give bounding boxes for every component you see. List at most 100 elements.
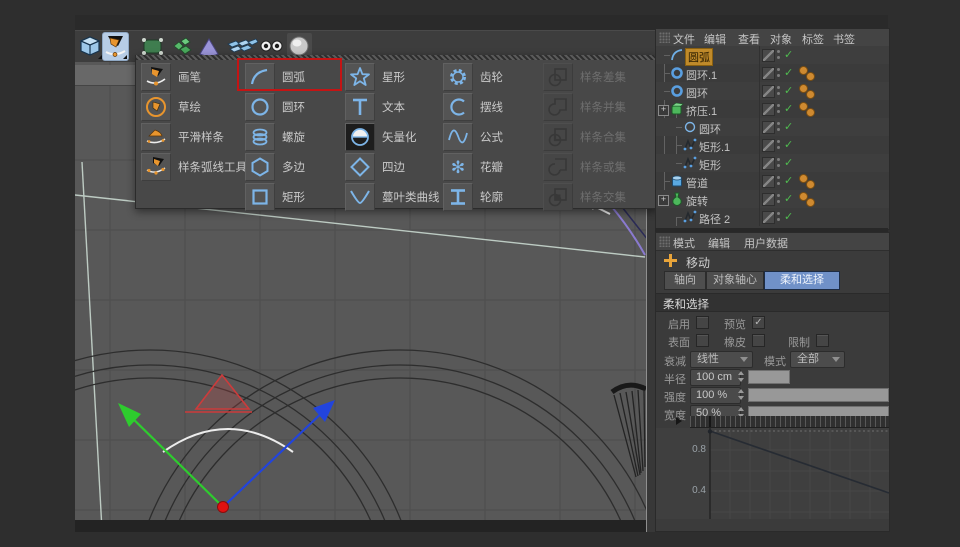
menu-object[interactable]: 对象 (770, 31, 792, 47)
spline-tools-menu: 画笔 草绘 平滑样条 样条弧线工具 圆弧 圆环 螺旋 多边 矩形 星形 文本 矢… (135, 55, 657, 211)
surface-checkbox[interactable] (696, 334, 709, 347)
menu-item-vectorizer[interactable]: 矢量化 (340, 121, 438, 151)
menu-tags[interactable]: 标签 (802, 31, 824, 47)
menu-item-text[interactable]: 文本 (340, 91, 438, 121)
menu-item-cogwheel[interactable]: 齿轮 (438, 61, 538, 91)
expander-icon[interactable]: + (658, 105, 669, 116)
enabled-check-icon[interactable]: ✓ (784, 48, 793, 61)
menu-item-formula[interactable]: 公式 (438, 121, 538, 151)
menu-item-star[interactable]: 星形 (340, 61, 438, 91)
menu-item-helix[interactable]: 螺旋 (240, 121, 340, 151)
falloff-curve-graph[interactable]: 0.8 0.4 (656, 428, 890, 519)
panel-grip-icon[interactable] (659, 236, 670, 247)
strength-label: 强度 (664, 392, 686, 404)
menu-view[interactable]: 查看 (738, 31, 760, 47)
mode-dropdown[interactable]: 全部 (790, 351, 845, 368)
radius-slider[interactable] (748, 370, 790, 384)
menu-item-flower[interactable]: ✻ 花瓣 (438, 151, 538, 181)
rotation-handle[interactable] (185, 373, 252, 413)
panel-grip-icon[interactable] (659, 32, 670, 43)
enabled-check-icon[interactable]: ✓ (784, 192, 793, 205)
visibility-dot[interactable] (806, 108, 815, 117)
menu-grip-texture[interactable] (136, 55, 656, 60)
object-row-lathe[interactable]: + 旋转 ✓ (656, 190, 889, 208)
visibility-dot[interactable] (806, 72, 815, 81)
menu-item-circle[interactable]: 圆环 (240, 91, 340, 121)
enabled-check-icon[interactable]: ✓ (784, 156, 793, 169)
object-row-rect1[interactable]: 矩形.1 ✓ (656, 136, 889, 154)
rubber-checkbox[interactable] (752, 334, 765, 347)
tab-soft-selection[interactable]: 柔和选择 (764, 271, 840, 290)
object-row-extrude[interactable]: + 挤压.1 ✓ (656, 100, 889, 118)
menu-item-rectangle[interactable]: 矩形 (240, 181, 340, 211)
menu-edit[interactable]: 编辑 (704, 31, 726, 47)
layer-swatch[interactable] (762, 157, 775, 170)
visibility-dot[interactable] (806, 90, 815, 99)
object-row-child-circle[interactable]: 圆环 ✓ (656, 118, 889, 136)
layer-swatch[interactable] (762, 49, 775, 62)
panel-splitter[interactable] (655, 228, 888, 232)
spline-and-icon (543, 123, 573, 151)
object-row-arc[interactable]: 圆弧 ✓ (656, 46, 889, 66)
axis-gizmo[interactable] (118, 400, 335, 513)
menu-mode[interactable]: 模式 (673, 235, 695, 251)
object-row-circle[interactable]: 圆环 ✓ (656, 82, 889, 100)
enabled-check-icon[interactable]: ✓ (784, 84, 793, 97)
object-row-circle1[interactable]: 圆环.1 ✓ (656, 64, 889, 82)
viewport-bottom-bar (75, 520, 646, 532)
menu-item-spline-arc-tool[interactable]: 样条弧线工具 (136, 151, 247, 181)
enabled-check-icon[interactable]: ✓ (784, 120, 793, 133)
menu-item-n-side[interactable]: 多边 (240, 151, 340, 181)
radius-field[interactable]: 100 cm (690, 369, 741, 386)
falloff-dropdown[interactable]: 线性 (690, 351, 753, 368)
menu-file[interactable]: 文件 (673, 31, 695, 47)
layer-swatch[interactable] (762, 103, 775, 116)
limit-checkbox[interactable] (816, 334, 829, 347)
layer-swatch[interactable] (762, 175, 775, 188)
tab-axis[interactable]: 轴向 (664, 271, 706, 290)
menu-item-sketch[interactable]: 草绘 (136, 91, 240, 121)
object-row-path2[interactable]: 路径 2 ✓ (656, 208, 889, 226)
visibility-dot[interactable] (806, 198, 815, 207)
curve-start-point (707, 429, 713, 434)
menu-edit[interactable]: 编辑 (708, 235, 730, 251)
menu-item-smooth-spline[interactable]: 平滑样条 (136, 121, 240, 151)
layer-swatch[interactable] (762, 193, 775, 206)
enable-checkbox[interactable] (696, 316, 709, 329)
layer-swatch[interactable] (762, 139, 775, 152)
object-row-rect[interactable]: 矩形 ✓ (656, 154, 889, 172)
enabled-check-icon[interactable]: ✓ (784, 102, 793, 115)
menu-item-four-side[interactable]: 四边 (340, 151, 438, 181)
rubber-label: 橡皮 (724, 337, 746, 349)
helix-icon (245, 123, 275, 151)
strength-stepper[interactable] (737, 387, 746, 402)
layer-swatch[interactable] (762, 211, 775, 224)
graph-expander-icon[interactable] (676, 417, 682, 425)
menu-item-pen[interactable]: 画笔 (136, 61, 240, 91)
soft-selection-section[interactable]: 柔和选择 (656, 293, 889, 312)
layer-swatch[interactable] (762, 121, 775, 134)
menu-item-profile[interactable]: 轮廓 (438, 181, 538, 211)
enabled-check-icon[interactable]: ✓ (784, 66, 793, 79)
object-row-tube[interactable]: 管道 ✓ (656, 172, 889, 190)
graph-ruler[interactable] (690, 416, 889, 428)
layer-swatch[interactable] (762, 85, 775, 98)
visibility-dot[interactable] (806, 180, 815, 189)
layer-swatch[interactable] (762, 67, 775, 80)
strength-slider[interactable] (748, 388, 889, 402)
menu-item-cissoid[interactable]: 蔓叶类曲线 (340, 181, 440, 211)
spline-pen-tool-icon[interactable] (103, 33, 128, 60)
enabled-check-icon[interactable]: ✓ (784, 138, 793, 151)
enabled-check-icon[interactable]: ✓ (784, 174, 793, 187)
tab-object-axis[interactable]: 对象轴心 (706, 271, 764, 290)
enabled-check-icon[interactable]: ✓ (784, 210, 793, 223)
falloff-label: 衰减 (664, 356, 686, 368)
menu-item-cycloid[interactable]: 摆线 (438, 91, 538, 121)
strength-field[interactable]: 100 % (690, 387, 741, 404)
expander-icon[interactable]: + (658, 195, 669, 206)
preview-checkbox[interactable]: ✓ (752, 316, 765, 329)
menu-bookmarks[interactable]: 书签 (833, 31, 855, 47)
cube-tool-icon[interactable] (78, 33, 103, 60)
menu-user-data[interactable]: 用户数据 (744, 235, 788, 251)
radius-stepper[interactable] (737, 369, 746, 384)
